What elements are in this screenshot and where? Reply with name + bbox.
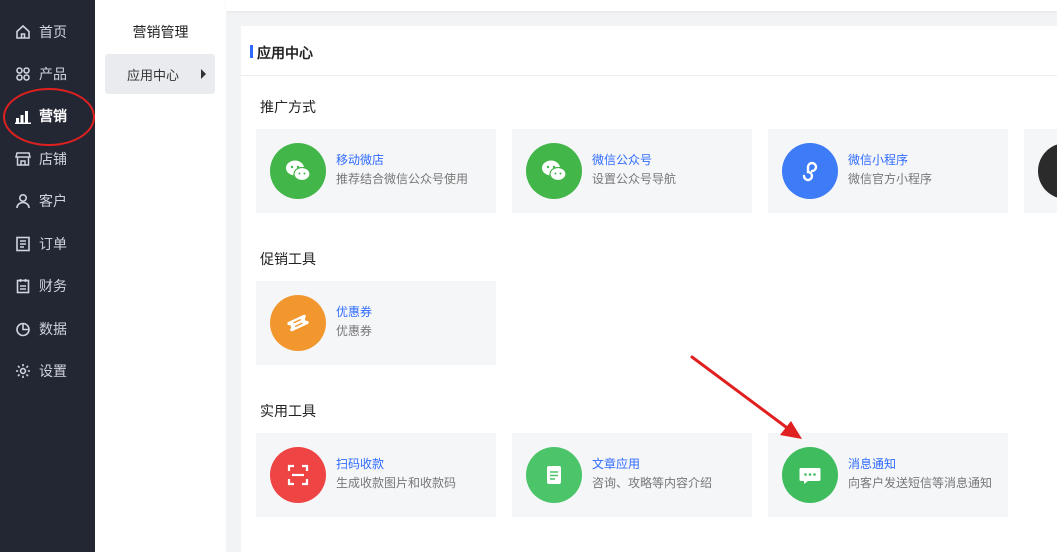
secondary-sidebar: 营销管理 应用中心 — [95, 0, 226, 552]
coupon-icon — [286, 314, 310, 332]
grid-icon — [15, 66, 31, 82]
user-icon — [15, 193, 31, 209]
scan-icon — [287, 464, 309, 486]
card-icon-circle — [782, 447, 838, 503]
top-bar — [226, 0, 1057, 11]
nav-item-orders[interactable]: 订单 — [0, 223, 95, 265]
card-icon-circle — [270, 143, 326, 199]
document-icon — [547, 466, 561, 484]
card-description: 生成收款图片和收款码 — [336, 476, 457, 490]
nav-item-marketing[interactable]: 营销 — [0, 95, 95, 137]
nav-item-finance[interactable]: 财务 — [0, 265, 95, 307]
app-card-message-notify[interactable]: 消息通知 向客户发送短信等消息通知 — [768, 433, 1008, 517]
app-card-article[interactable]: 文章应用 咨询、攻略等内容介绍 — [512, 433, 752, 517]
card-name: 微信小程序 — [848, 153, 909, 167]
nav-label: 营销 — [39, 109, 67, 125]
card-name: 扫码收款 — [336, 457, 385, 471]
card-name: 移动微店 — [336, 153, 385, 167]
main-sidebar: 首页 产品 营销 店铺 客户 订单 财务 数据 设置 — [0, 0, 95, 552]
app-card-partial[interactable] — [1024, 129, 1057, 213]
page-title: 应用中心 — [257, 46, 313, 62]
app-card-mini-program[interactable]: 微信小程序 微信官方小程序 — [768, 129, 1008, 213]
order-icon — [15, 236, 31, 252]
nav-item-settings[interactable]: 设置 — [0, 350, 95, 392]
subnav-title: 营销管理 — [132, 25, 189, 41]
home-icon — [15, 24, 31, 40]
nav-label: 店铺 — [39, 152, 67, 168]
nav-label: 订单 — [39, 237, 67, 253]
section-title-utility-tools: 实用工具 — [260, 404, 316, 420]
clipboard-icon — [15, 278, 31, 294]
nav-label: 产品 — [39, 67, 67, 83]
card-icon-circle — [270, 295, 326, 351]
gear-icon — [15, 363, 31, 379]
app-card-mobile-store[interactable]: 移动微店 推荐结合微信公众号使用 — [256, 129, 496, 213]
nav-item-store[interactable]: 店铺 — [0, 138, 95, 180]
card-icon-circle — [526, 447, 582, 503]
mini-program-icon — [802, 161, 818, 182]
card-description: 微信官方小程序 — [848, 172, 933, 186]
app-card-wechat-official[interactable]: 微信公众号 设置公众号导航 — [512, 129, 752, 213]
card-description: 向客户发送短信等消息通知 — [848, 476, 993, 490]
card-description: 设置公众号导航 — [592, 172, 677, 186]
card-description: 优惠券 — [336, 324, 373, 338]
nav-label: 设置 — [39, 364, 67, 380]
nav-item-data[interactable]: 数据 — [0, 308, 95, 350]
message-icon — [799, 468, 821, 484]
section-title-promotion: 推广方式 — [260, 100, 316, 116]
card-name: 消息通知 — [848, 457, 897, 471]
nav-item-product[interactable]: 产品 — [0, 53, 95, 95]
card-name: 文章应用 — [592, 457, 641, 471]
card-icon-circle — [270, 447, 326, 503]
store-icon — [15, 151, 31, 167]
card-description: 推荐结合微信公众号使用 — [336, 172, 469, 186]
panel-header: 应用中心 — [241, 26, 1057, 76]
nav-item-home[interactable]: 首页 — [0, 11, 95, 53]
nav-label: 数据 — [39, 322, 67, 338]
title-accent-bar — [250, 45, 253, 58]
section-title-promo-tools: 促销工具 — [260, 252, 316, 268]
wechat-icon — [542, 160, 567, 182]
wechat-icon — [286, 160, 311, 182]
card-icon-circle — [1038, 143, 1057, 199]
app-card-scan-payment[interactable]: 扫码收款 生成收款图片和收款码 — [256, 433, 496, 517]
nav-label: 财务 — [39, 279, 67, 295]
card-name: 微信公众号 — [592, 153, 653, 167]
subnav-item-app-center[interactable]: 应用中心 — [105, 54, 215, 94]
caret-right-icon — [201, 69, 206, 79]
card-description: 咨询、攻略等内容介绍 — [592, 476, 713, 490]
card-icon-circle — [526, 143, 582, 199]
app-card-coupon[interactable]: 优惠券 优惠券 — [256, 281, 496, 365]
nav-item-customer[interactable]: 客户 — [0, 180, 95, 222]
app-center-panel: 应用中心 推广方式 移动微店 推荐结合微信公众号使用 微信公众号 设置公众号导航… — [241, 26, 1057, 552]
nav-label: 首页 — [39, 25, 67, 41]
bar-chart-icon — [15, 108, 31, 124]
nav-label: 客户 — [39, 194, 67, 210]
pie-chart-icon — [15, 321, 31, 337]
card-name: 优惠券 — [336, 305, 373, 319]
subnav-item-label: 应用中心 — [126, 68, 179, 84]
card-icon-circle — [782, 143, 838, 199]
